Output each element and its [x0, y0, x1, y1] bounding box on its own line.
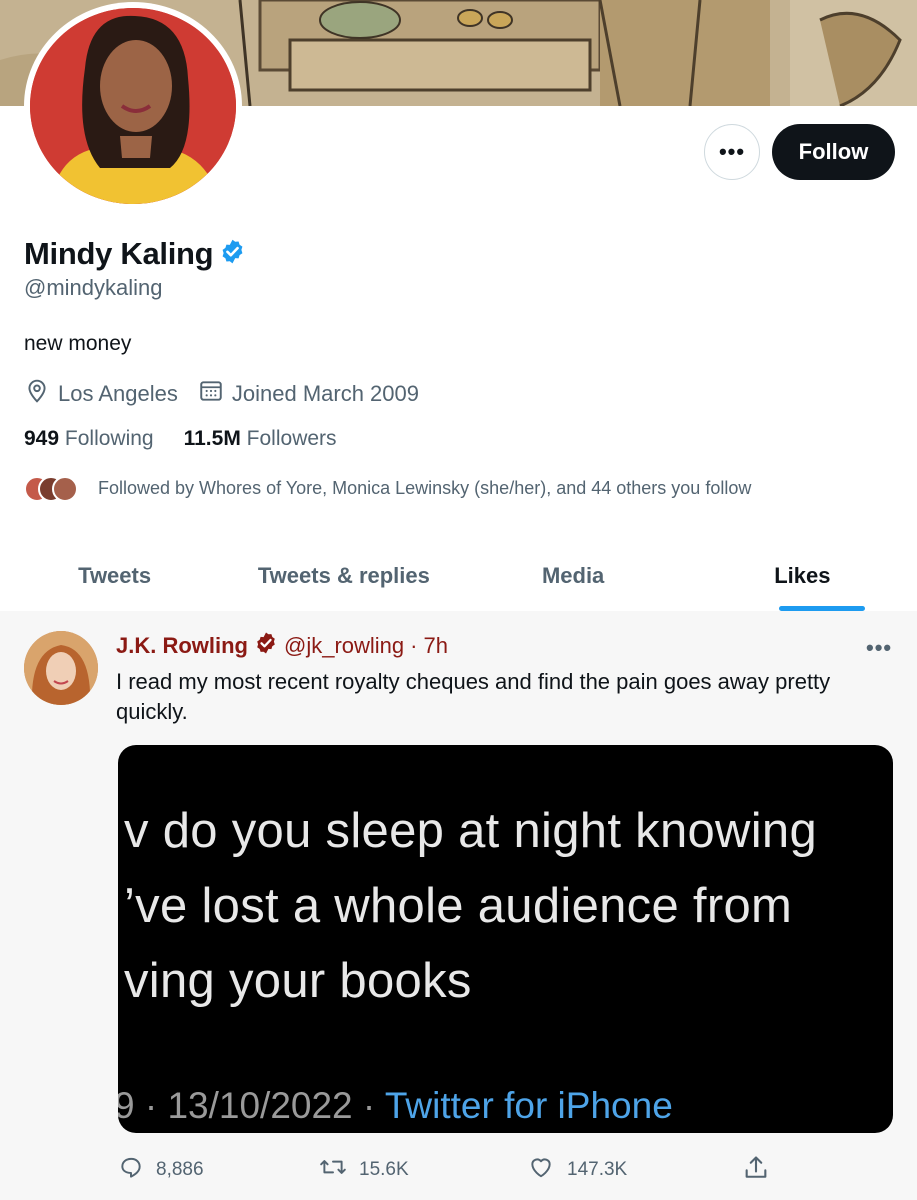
profile-avatar[interactable] — [24, 2, 242, 210]
tweet-actions: 8,886 15.6K 147.3K — [118, 1154, 778, 1184]
retweet-count: 15.6K — [359, 1159, 409, 1180]
like-button[interactable]: 147.3K — [527, 1154, 627, 1186]
follow-button[interactable]: Follow — [772, 124, 895, 180]
calendar-icon — [198, 378, 224, 410]
more-options-button[interactable]: ••• — [704, 124, 760, 180]
tweet-author-handle[interactable]: @jk_rowling — [284, 633, 404, 659]
followed-by-row[interactable]: Followed by Whores of Yore, Monica Lewin… — [24, 474, 751, 502]
profile-name-row: Mindy Kaling — [24, 236, 246, 272]
tweet[interactable]: J.K. Rowling @jk_rowling · 7h ••• I read… — [0, 611, 917, 1200]
media-text-line-3: ving your books — [124, 954, 472, 1008]
media-footer: 9 · 13/10/2022 · Twitter for iPhone — [118, 1085, 673, 1127]
followers-link[interactable]: 11.5M Followers — [184, 427, 337, 451]
profile-bio: new money — [24, 332, 132, 355]
profile-meta: Los Angeles Joined March 2009 — [24, 378, 439, 410]
following-link[interactable]: 949 Following — [24, 427, 154, 451]
location-pin-icon — [24, 378, 50, 410]
like-count: 147.3K — [567, 1159, 628, 1180]
tab-tweets[interactable]: Tweets — [0, 540, 229, 611]
profile-name: Mindy Kaling — [24, 236, 214, 271]
tweet-separator: · — [410, 633, 418, 658]
followed-by-text: Followed by Whores of Yore, Monica Lewin… — [98, 477, 752, 498]
followers-label: Followers — [246, 427, 337, 450]
media-footer-source: Twitter for iPhone — [384, 1085, 673, 1126]
reply-button[interactable]: 8,886 — [118, 1154, 204, 1186]
media-footer-meta: 9 · 13/10/2022 · — [118, 1085, 385, 1126]
retweet-icon — [319, 1154, 347, 1186]
tweet-text: I read my most recent royalty cheques an… — [116, 669, 831, 724]
reply-icon — [118, 1154, 144, 1186]
tab-tweets-replies[interactable]: Tweets & replies — [229, 540, 458, 611]
tweet-more-icon[interactable]: ••• — [866, 635, 892, 661]
tweet-header: J.K. Rowling @jk_rowling · 7h — [116, 631, 448, 661]
follower-avatar — [52, 476, 78, 502]
location-text: Los Angeles — [58, 381, 178, 406]
verified-badge-icon — [219, 238, 246, 270]
tweet-media-image[interactable]: v do you sleep at night knowing ’ve lost… — [118, 745, 893, 1133]
tweet-timestamp[interactable]: 7h — [423, 633, 447, 659]
follower-avatars — [24, 474, 84, 502]
profile-stats: 949 Following 11.5M Followers — [24, 427, 337, 451]
profile-tabs: Tweets Tweets & replies Media Likes — [0, 540, 917, 611]
tab-likes[interactable]: Likes — [688, 540, 917, 611]
following-label: Following — [64, 427, 154, 450]
share-icon — [742, 1154, 770, 1188]
retweet-button[interactable]: 15.6K — [319, 1154, 409, 1186]
followers-count: 11.5M — [183, 427, 241, 450]
heart-icon — [527, 1154, 555, 1186]
following-count: 949 — [24, 427, 60, 450]
verified-badge-icon — [254, 631, 278, 661]
tweet-author-name[interactable]: J.K. Rowling — [116, 633, 248, 659]
profile-handle: @mindykaling — [24, 275, 163, 300]
tweet-author-avatar[interactable] — [24, 631, 98, 705]
media-text-line-2: ’ve lost a whole audience from — [124, 879, 793, 933]
location-item: Los Angeles — [24, 378, 178, 410]
profile-photo — [30, 8, 236, 204]
joined-item: Joined March 2009 — [198, 378, 419, 410]
share-button[interactable] — [742, 1154, 770, 1188]
reply-count: 8,886 — [156, 1159, 204, 1180]
joined-text: Joined March 2009 — [231, 381, 419, 406]
tab-media[interactable]: Media — [459, 540, 688, 611]
media-text-line-1: v do you sleep at night knowing — [124, 804, 818, 858]
more-dots-icon: ••• — [718, 139, 746, 164]
